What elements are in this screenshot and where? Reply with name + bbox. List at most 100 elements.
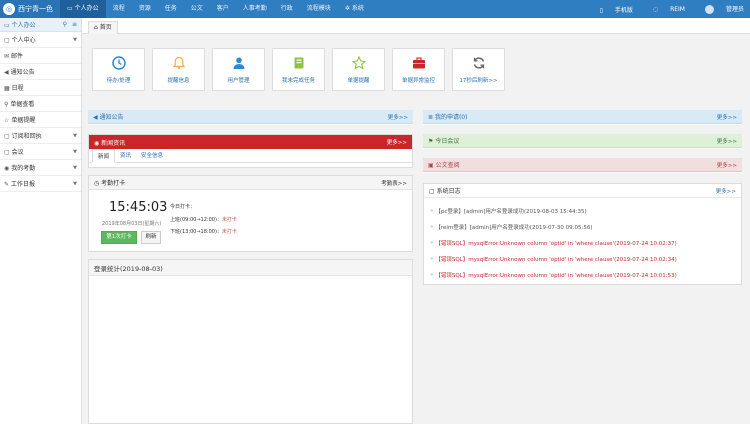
- log-icon: ▢: [429, 188, 435, 195]
- log-entry[interactable]: » 【错误SQL】mysqlError:Unknown column 'optid…: [430, 235, 737, 251]
- log-entry[interactable]: » 【reim登录】[admin]用户名登录成功(2019-07-30 09:05…: [430, 219, 737, 235]
- shortcut-label: 我未完成任务: [281, 78, 315, 84]
- bullet-icon: »: [430, 256, 434, 262]
- sidebar-item-label: 工作日报: [11, 181, 36, 188]
- clock-icon: ◷: [94, 180, 100, 187]
- monitor-icon: ▭: [4, 22, 10, 29]
- sidebar-header: ▭ 个人办公 ⚲ ≡: [0, 18, 81, 32]
- bullet-icon: »: [430, 240, 434, 246]
- sidebar-item[interactable]: ◉ 我的考勤 ▼: [0, 160, 81, 176]
- sidebar-item-icon: ☆: [4, 117, 10, 124]
- news-more-link[interactable]: 更多>>: [387, 138, 407, 146]
- sidebar-item[interactable]: ▢ 会议 ▼: [0, 144, 81, 160]
- monitor-icon: ▭: [67, 5, 73, 12]
- today-punch-label: 今日打卡：: [170, 204, 196, 210]
- sidebar-item[interactable]: ◀ 通知公告: [0, 64, 81, 80]
- sidebar-item-icon: ▢: [4, 133, 10, 140]
- shortcut-label: 提醒信息: [167, 78, 190, 84]
- news-tab-security[interactable]: 安全信息: [136, 149, 168, 163]
- shortcut-tile[interactable]: 单据提醒: [332, 48, 385, 91]
- shortcut-tile[interactable]: 提醒信息: [152, 48, 205, 91]
- chevron-down-icon: ▼: [73, 132, 77, 139]
- my-apply-more-link[interactable]: 更多>>: [717, 113, 737, 121]
- syslog-more-link[interactable]: 更多>>: [716, 187, 736, 195]
- star-icon: [351, 55, 367, 71]
- shortcut-tile[interactable]: 待办/处理: [92, 48, 145, 91]
- sidebar-item[interactable]: ▢ 订阅和回执 ▼: [0, 128, 81, 144]
- shortcut-tiles: 待办/处理 提醒信息 用户管理 我未完成任务 单据提醒 单据异常监控 17秒后刷新>>: [92, 48, 512, 91]
- sidebar-item-label: 会议: [11, 149, 24, 156]
- sidebar-item[interactable]: ☆ 单据提醒: [0, 112, 81, 128]
- nav-item[interactable]: 公文: [184, 0, 210, 18]
- shortcut-label: 单据提醒: [347, 78, 370, 84]
- sidebar-item[interactable]: ✉ 邮件: [0, 48, 81, 64]
- chevron-down-icon: ▼: [73, 164, 77, 171]
- sidebar-item-label: 我的考勤: [11, 165, 36, 172]
- bullet-icon: »: [430, 224, 434, 230]
- top-bar: ◎ 西宁青一色 ▭ 个人办公 流程 资源 任务 公文 客户 人事考勤 行政 流程模块 ✲ 系统 ▯ 手…: [0, 0, 750, 18]
- mobile-link[interactable]: ▯ 手机版: [590, 5, 633, 14]
- user-menu[interactable]: 管理员: [695, 4, 744, 14]
- news-tab-news[interactable]: 新闻: [92, 148, 116, 163]
- page-tab-strip: ⌂ 首页: [82, 18, 750, 34]
- sidebar-item[interactable]: ▢ 个人中心 ▼: [0, 32, 81, 48]
- home-icon: ⌂: [94, 24, 98, 31]
- attendance-panel: ◷ 考勤打卡 考勤表>> 15:45:03 2019年08月03日(星期六) 今…: [88, 175, 413, 252]
- search-icon[interactable]: ⚲: [63, 21, 67, 28]
- notice-panel-header: ◀ 通知公告 更多>>: [88, 110, 413, 124]
- document-more-link[interactable]: 更多>>: [717, 161, 737, 169]
- log-entry[interactable]: » 【pc登录】[admin]用户名登录成功(2019-08-03 15:44:3…: [430, 203, 737, 219]
- nav-item[interactable]: 人事考勤: [236, 0, 274, 18]
- nav-item[interactable]: 客户: [210, 0, 236, 18]
- nav-item[interactable]: 流程: [106, 0, 132, 18]
- sidebar-item-icon: ▢: [4, 37, 10, 44]
- mobile-icon: ▯: [599, 6, 603, 14]
- tab-home[interactable]: ⌂ 首页: [88, 21, 118, 34]
- im-link[interactable]: ◌ REIM: [643, 6, 685, 13]
- punch-button[interactable]: 第1次打卡: [101, 231, 137, 244]
- nav-item[interactable]: ▭ 个人办公: [60, 0, 106, 18]
- refresh-icon: [471, 55, 487, 71]
- sidebar: ▭ 个人办公 ⚲ ≡ ▢ 个人中心 ▼ ✉ 邮件 ◀ 通知公告 ▦ 日程 ⚲ 单据查看 ☆ 单据提醒 ▢ 订…: [0, 18, 82, 424]
- news-tab-info[interactable]: 资讯: [115, 149, 136, 163]
- nav-item[interactable]: 流程模块: [300, 0, 338, 18]
- nav-item[interactable]: ✲ 系统: [338, 0, 371, 18]
- nav-item[interactable]: 行政: [274, 0, 300, 18]
- briefcase-icon: ▣: [428, 162, 434, 169]
- nav-item[interactable]: 资源: [132, 0, 158, 18]
- sidebar-item-icon: ◀: [4, 69, 9, 76]
- shortcut-tile[interactable]: 单据异常监控: [392, 48, 445, 91]
- sidebar-item[interactable]: ✎ 工作日报 ▼: [0, 176, 81, 192]
- sidebar-item-label: 订阅和回执: [11, 133, 42, 140]
- log-entry[interactable]: » 【错误SQL】mysqlError:Unknown column 'optid…: [430, 251, 737, 267]
- globe-icon: ◉: [94, 139, 100, 147]
- notice-more-link[interactable]: 更多>>: [388, 113, 408, 121]
- syslog-panel: ▢ 系统日志 更多>> » 【pc登录】[admin]用户名登录成功(2019-0…: [423, 183, 742, 285]
- syslog-header: ▢ 系统日志 更多>>: [424, 184, 741, 198]
- shortcut-tile[interactable]: 17秒后刷新>>: [452, 48, 505, 91]
- shortcut-label: 17秒后刷新>>: [459, 78, 498, 84]
- refresh-button[interactable]: 刷新: [141, 231, 161, 244]
- shortcut-tile[interactable]: 用户管理: [212, 48, 265, 91]
- meeting-more-link[interactable]: 更多>>: [717, 137, 737, 145]
- chevron-down-icon: ▼: [73, 148, 77, 155]
- sidebar-item[interactable]: ⚲ 单据查看: [0, 96, 81, 112]
- sidebar-item-icon: ◉: [4, 165, 10, 172]
- am-punch-row: 上班(09:00→12:00)：未打卡: [170, 217, 237, 223]
- sidebar-item-label: 邮件: [11, 53, 24, 60]
- meeting-header: ⚑ 今日会议 更多>>: [423, 134, 742, 148]
- avatar: [704, 5, 714, 14]
- sidebar-item-label: 日程: [11, 85, 24, 92]
- menu-toggle-icon[interactable]: ≡: [72, 21, 77, 28]
- sidebar-item[interactable]: ▦ 日程: [0, 80, 81, 96]
- log-entry[interactable]: » 【错误SQL】mysqlError:Unknown column 'optid…: [430, 267, 737, 283]
- book-icon: [291, 55, 307, 71]
- sidebar-item-icon: ▦: [4, 85, 10, 92]
- chat-icon: ◌: [652, 5, 659, 13]
- nav-item[interactable]: 任务: [158, 0, 184, 18]
- attendance-sheet-link[interactable]: 考勤表>>: [381, 179, 407, 187]
- flag-icon: ⚑: [428, 138, 434, 145]
- shortcut-tile[interactable]: 我未完成任务: [272, 48, 325, 91]
- logo-text: 西宁青一色: [18, 5, 53, 13]
- news-tabs: 新闻 资讯 安全信息: [89, 148, 412, 163]
